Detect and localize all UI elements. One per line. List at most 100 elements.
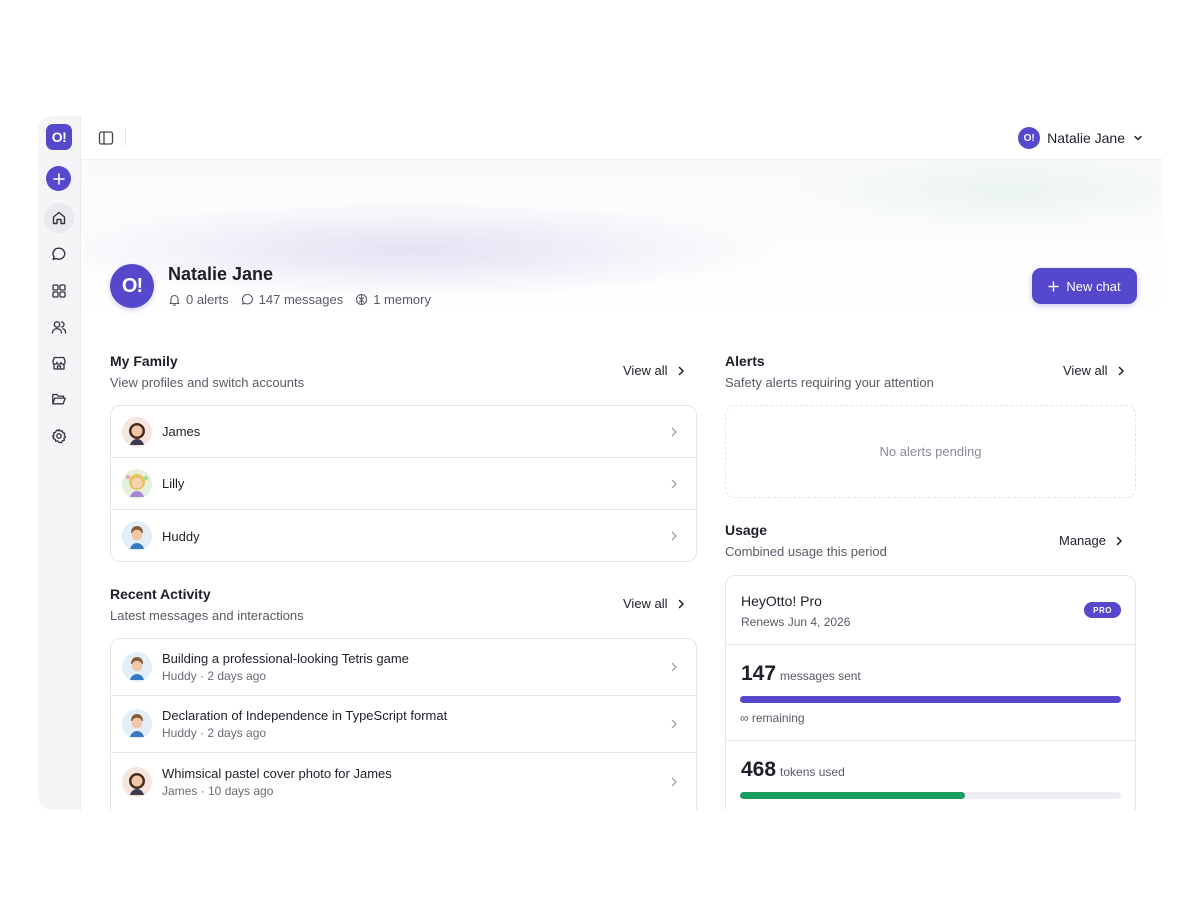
messages-sent-unit: messages sent xyxy=(780,669,861,683)
family-title: My Family xyxy=(110,353,178,369)
nav-rail: O! xyxy=(38,116,81,810)
activity-subtitle: Latest messages and interactions xyxy=(110,608,304,623)
usage-title: Usage xyxy=(725,522,768,538)
plan-section: HeyOtto! Pro Renews Jun 4, 2026 PRO xyxy=(726,576,1135,645)
chevron-right-icon xyxy=(1116,536,1122,545)
tokens-progress-bar xyxy=(740,792,1121,799)
chevron-right-icon xyxy=(671,427,677,436)
nav-store[interactable] xyxy=(44,348,74,378)
messages-count: 147 messages xyxy=(258,292,344,307)
messages-usage-section: 147 messages sent ∞ remaining xyxy=(726,645,1135,741)
sidebar-toggle-icon[interactable] xyxy=(97,129,115,147)
activity-meta: Huddy · 2 days ago xyxy=(162,726,267,740)
tokens-used-unit: tokens used xyxy=(780,765,845,779)
alerts-title: Alerts xyxy=(725,353,765,369)
activity-list: Building a professional-looking Tetris g… xyxy=(110,638,697,810)
activity-title-text: Building a professional-looking Tetris g… xyxy=(162,651,409,666)
activity-title: Recent Activity xyxy=(110,586,211,602)
activity-row[interactable]: Whimsical pastel cover photo for James J… xyxy=(111,753,696,810)
tokens-used-count: 468 xyxy=(741,758,777,781)
chat-bubble-icon xyxy=(52,247,66,261)
chevron-right-icon xyxy=(671,531,677,541)
family-subtitle: View profiles and switch accounts xyxy=(110,375,305,390)
empty-state-text: No alerts pending xyxy=(879,444,982,459)
activity-meta: James · 10 days ago xyxy=(162,783,274,798)
avatar: O! xyxy=(1018,127,1041,149)
usage-manage-link[interactable]: Manage xyxy=(1059,533,1124,548)
plus-icon xyxy=(1048,280,1060,292)
chat-bubble-icon xyxy=(241,293,253,305)
view-all-label: View all xyxy=(623,596,668,611)
boy-avatar xyxy=(122,652,152,682)
alerts-subtitle: Safety alerts requiring your attention xyxy=(725,375,934,390)
messages-progress-bar xyxy=(740,696,1121,703)
grid-icon xyxy=(52,284,66,298)
home-icon xyxy=(52,211,66,225)
nav-home[interactable] xyxy=(44,203,74,233)
top-bar: O! Natalie Jane xyxy=(81,116,1162,160)
chevron-down-icon xyxy=(1134,135,1142,141)
boy-avatar xyxy=(122,521,152,551)
activity-title-text: Declaration of Independence in TypeScrip… xyxy=(162,708,448,723)
family-list: James Lilly Huddy xyxy=(110,405,697,562)
chevron-right-icon xyxy=(671,777,677,786)
nav-settings[interactable] xyxy=(44,421,74,451)
memory-count: 1 memory xyxy=(373,292,431,307)
alerts-empty-state: No alerts pending xyxy=(725,405,1136,498)
view-all-label: View all xyxy=(623,363,668,378)
logo[interactable]: O! xyxy=(46,124,72,150)
pro-badge: PRO xyxy=(1084,602,1121,618)
view-all-label: View all xyxy=(1063,363,1108,378)
new-chat-rail-button[interactable] xyxy=(46,166,71,191)
activity-row[interactable]: Building a professional-looking Tetris g… xyxy=(111,639,696,696)
family-member-row[interactable]: James xyxy=(111,406,696,458)
family-view-all-link[interactable]: View all xyxy=(623,363,686,378)
nav-apps[interactable] xyxy=(44,276,74,306)
divider xyxy=(125,128,126,146)
member-name: Huddy xyxy=(162,528,200,544)
activity-title-text: Whimsical pastel cover photo for James xyxy=(162,765,392,781)
brain-icon xyxy=(356,293,368,306)
tokens-progress-fill xyxy=(740,792,965,799)
store-icon xyxy=(52,356,66,370)
alerts-view-all-link[interactable]: View all xyxy=(1063,363,1126,378)
member-name: Lilly xyxy=(162,476,185,491)
manage-label: Manage xyxy=(1059,533,1106,548)
new-chat-button[interactable]: New chat xyxy=(1032,268,1137,304)
profile-stats: 0 alerts 147 messages 1 memory xyxy=(168,292,431,307)
chevron-right-icon xyxy=(671,479,677,488)
nav-files[interactable] xyxy=(44,384,74,414)
messages-progress-fill xyxy=(740,696,1121,703)
user-name: Natalie Jane xyxy=(1047,130,1125,146)
memory-stat: 1 memory xyxy=(355,292,431,307)
family-member-row[interactable]: Lilly xyxy=(111,458,696,510)
new-chat-label: New chat xyxy=(1066,278,1121,294)
user-menu[interactable]: O! Natalie Jane xyxy=(1018,125,1144,151)
users-icon xyxy=(51,321,67,334)
plus-icon xyxy=(52,172,65,185)
usage-subtitle: Combined usage this period xyxy=(725,544,887,559)
plan-name: HeyOtto! Pro xyxy=(741,593,822,609)
girl-avatar xyxy=(122,416,152,447)
chevron-right-icon xyxy=(671,662,677,672)
chevron-right-icon xyxy=(678,599,684,608)
usage-card: HeyOtto! Pro Renews Jun 4, 2026 PRO 147 m… xyxy=(725,575,1136,810)
bell-icon xyxy=(169,294,180,306)
activity-row[interactable]: Declaration of Independence in TypeScrip… xyxy=(111,696,696,753)
folder-icon xyxy=(52,393,66,405)
boy-avatar xyxy=(122,709,152,739)
messages-stat: 147 messages xyxy=(241,292,344,307)
messages-remaining: ∞ remaining xyxy=(740,711,805,725)
girl-avatar xyxy=(122,766,152,797)
activity-meta: Huddy · 2 days ago xyxy=(162,669,267,683)
chevron-right-icon xyxy=(1118,366,1124,375)
alerts-count: 0 alerts xyxy=(186,292,229,307)
nav-family[interactable] xyxy=(44,312,74,342)
activity-view-all-link[interactable]: View all xyxy=(623,596,686,611)
profile-name: Natalie Jane xyxy=(168,264,274,284)
girl-blonde-avatar xyxy=(122,468,152,499)
family-member-row[interactable]: Huddy xyxy=(111,510,696,561)
tokens-usage-section: 468 tokens used xyxy=(726,741,1135,810)
nav-chats[interactable] xyxy=(44,239,74,269)
plan-renewal: Renews Jun 4, 2026 xyxy=(741,615,851,629)
